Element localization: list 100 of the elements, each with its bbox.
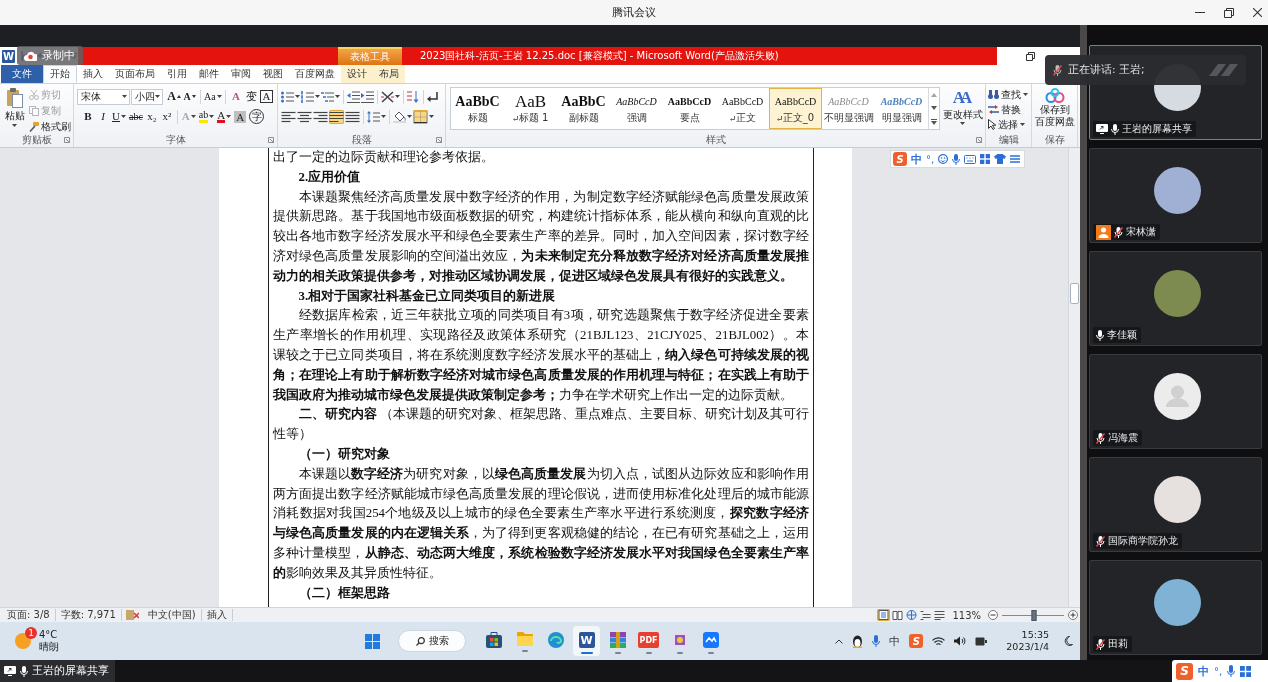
select-button[interactable]: 选择 [988, 117, 1029, 132]
font-size-field[interactable]: 小四 [130, 88, 163, 105]
increase-indent-icon[interactable] [361, 90, 374, 103]
clock[interactable]: 15:35 2023/1/4 [1006, 629, 1049, 653]
style-item[interactable]: AaBbCcD 正文 [716, 88, 769, 129]
underline-button[interactable]: U [111, 108, 127, 125]
participant-tile[interactable]: 田莉 [1089, 560, 1262, 655]
sort-icon[interactable] [407, 90, 420, 103]
sun-icon[interactable] [15, 633, 31, 649]
dropdown-caret-icon[interactable] [429, 115, 434, 118]
ribbon-tab[interactable]: 设计 [341, 65, 373, 83]
mic-icon[interactable] [1096, 329, 1104, 341]
print-layout-icon[interactable] [877, 609, 891, 621]
battery-icon[interactable] [975, 636, 988, 646]
chevron-up-icon[interactable] [835, 638, 844, 644]
punctuation-toggle[interactable]: °, [1214, 665, 1223, 677]
change-styles-button[interactable]: AA 更改样式 [942, 87, 983, 134]
ribbon-tab[interactable]: 布局 [373, 65, 405, 83]
decrease-indent-icon[interactable] [347, 90, 360, 103]
grid-icon[interactable] [980, 154, 991, 164]
find-button[interactable]: 查找 [988, 87, 1029, 102]
dropdown-caret-icon[interactable] [407, 115, 412, 118]
style-item[interactable]: AaBbC 副标题 [557, 88, 610, 129]
muted-mic-icon[interactable] [1114, 226, 1123, 238]
dialog-launcher-icon[interactable] [64, 137, 70, 143]
scrollbar-thumb[interactable] [1070, 283, 1079, 304]
style-item[interactable]: AaBbCcD 要点 [663, 88, 716, 129]
muted-mic-icon[interactable] [1096, 638, 1105, 650]
microphone-icon[interactable] [952, 153, 961, 165]
participant-tile[interactable]: 李佳颖 [1089, 251, 1262, 346]
return-arrow-icon[interactable] [427, 91, 438, 102]
restore-icon[interactable] [1026, 51, 1035, 61]
style-item[interactable]: AaBbCcD 明显强调 [875, 88, 928, 129]
clear-format-button[interactable]: A [229, 88, 243, 105]
character-shading-button[interactable]: A [233, 108, 248, 125]
paste-button[interactable]: 粘贴 [2, 87, 27, 134]
save-to-cloud-button[interactable]: 保存到 百度网盘 [1034, 87, 1075, 134]
dialog-launcher-icon[interactable] [976, 137, 982, 143]
font-name-field[interactable]: 宋体 [77, 88, 130, 105]
italic-button[interactable]: I [96, 108, 110, 125]
keyboard-icon[interactable] [964, 154, 977, 164]
app-logo[interactable]: W [2, 49, 15, 63]
slider-thumb[interactable] [1031, 609, 1037, 621]
dropdown-caret-icon[interactable] [295, 95, 300, 98]
dropdown-caret-icon[interactable] [335, 95, 340, 98]
cross-lines-icon[interactable] [381, 90, 394, 103]
web-layout-icon[interactable] [905, 609, 919, 621]
ribbon-tab[interactable]: 引用 [161, 65, 193, 83]
restore-icon[interactable] [1224, 7, 1234, 18]
justify-icon[interactable] [329, 109, 344, 124]
style-item[interactable]: AaBbC 标题 [451, 88, 504, 129]
menu-icon[interactable] [1010, 155, 1021, 163]
paint-bucket-icon[interactable] [393, 110, 406, 123]
format-painter-button[interactable]: 格式刷 [29, 119, 71, 134]
grid-icon[interactable] [1240, 665, 1252, 677]
microphone-icon[interactable] [872, 635, 881, 647]
outline-view-icon[interactable] [919, 609, 933, 621]
borders-icon[interactable] [413, 109, 428, 124]
bullets-icon[interactable] [281, 90, 294, 103]
word-count[interactable]: 字数: 7,971 [55, 609, 122, 621]
input-mode-toggle[interactable]: 中 [1198, 663, 1209, 679]
ribbon-tab[interactable]: 百度网盘 [289, 65, 341, 83]
zoom-in-icon[interactable] [1068, 610, 1078, 620]
bold-button[interactable]: B [81, 108, 95, 125]
dropdown-caret-icon[interactable] [315, 95, 320, 98]
ribbon-tab[interactable]: 开始 [43, 65, 77, 83]
close-icon[interactable] [1253, 8, 1262, 17]
wifi-icon[interactable] [932, 636, 946, 646]
distribute-icon[interactable] [345, 109, 360, 124]
align-right-icon[interactable] [313, 109, 328, 124]
participant-tile[interactable]: 国际商学院孙龙 [1089, 457, 1262, 552]
superscript-button[interactable]: x² [159, 108, 174, 125]
start-icon[interactable] [365, 633, 380, 649]
zoom-out-icon[interactable] [988, 610, 998, 620]
ribbon-tab[interactable]: 邮件 [193, 65, 225, 83]
multilevel-list-icon[interactable] [321, 90, 334, 103]
scrollbar-track[interactable] [1068, 148, 1080, 607]
change-case-button[interactable]: Aa [203, 88, 222, 105]
language-indicator[interactable]: 中文(中国) [142, 609, 202, 621]
mic-icon[interactable] [1111, 123, 1119, 135]
replace-button[interactable]: 替换 [988, 102, 1029, 117]
muted-mic-icon[interactable] [1096, 535, 1105, 547]
font-color-button[interactable]: A [216, 108, 233, 125]
muted-mic-icon[interactable] [1096, 432, 1105, 444]
dialog-launcher-icon[interactable] [436, 137, 442, 143]
ribbon-tab[interactable]: 审阅 [225, 65, 257, 83]
dropdown-caret-icon[interactable] [381, 115, 386, 118]
participant-tile[interactable]: 宋林潇 [1089, 148, 1262, 243]
style-item[interactable]: AaBbCcD 正文_0 [769, 88, 822, 129]
scroll-down-icon[interactable] [931, 105, 937, 110]
punctuation-toggle[interactable]: °, [926, 153, 935, 165]
insert-mode[interactable]: 插入 [201, 609, 233, 621]
pdf-app-button[interactable]: PDF [635, 626, 662, 656]
align-center-icon[interactable] [297, 109, 312, 124]
input-mode-indicator[interactable]: 中 [889, 633, 901, 649]
dropdown-caret-icon[interactable] [395, 95, 400, 98]
penguin-icon[interactable] [852, 634, 864, 648]
reading-view-icon[interactable] [891, 609, 905, 621]
ribbon-tab[interactable]: 插入 [77, 65, 109, 83]
style-item[interactable]: AaB 标题 1 [504, 88, 557, 129]
